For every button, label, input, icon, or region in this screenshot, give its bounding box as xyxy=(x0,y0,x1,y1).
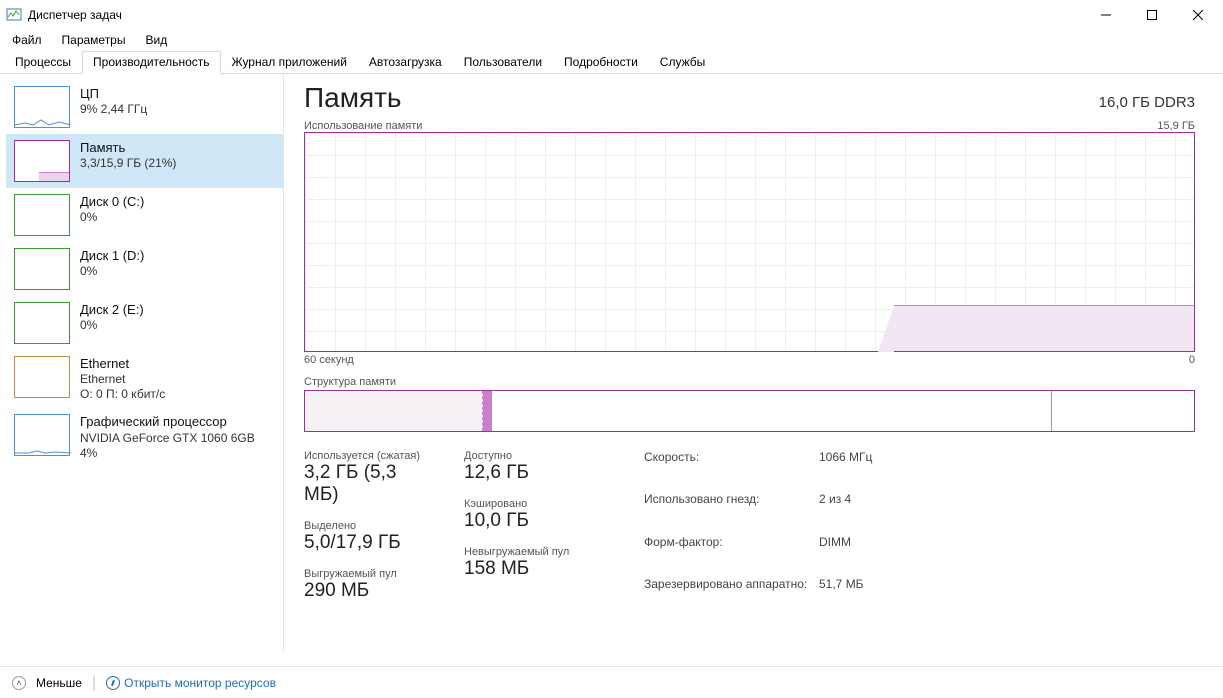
available-label: Доступно xyxy=(464,450,604,462)
sidebar-item-disk2[interactable]: Диск 2 (E:) 0% xyxy=(6,296,283,350)
memory-usage-graph[interactable] xyxy=(304,132,1195,352)
reserved-value: 51,7 МБ xyxy=(819,577,872,616)
app-icon xyxy=(6,7,22,23)
committed-label: Выделено xyxy=(304,520,424,532)
sidebar-item-gpu[interactable]: Графический процессор NVIDIA GeForce GTX… xyxy=(6,408,283,466)
titlebar: Диспетчер задач xyxy=(0,0,1223,30)
page-title: Память xyxy=(304,82,402,114)
formfactor-label: Форм-фактор: xyxy=(644,535,819,574)
menu-options[interactable]: Параметры xyxy=(54,31,134,49)
comp-free xyxy=(1052,391,1194,431)
divider: | xyxy=(92,674,96,692)
slots-value: 2 из 4 xyxy=(819,492,872,531)
cpu-sub: 9% 2,44 ГГц xyxy=(80,102,147,117)
memory-title: Память xyxy=(80,140,176,156)
memory-sub: 3,3/15,9 ГБ (21%) xyxy=(80,156,176,171)
footer: ˄ Меньше | Открыть монитор ресурсов xyxy=(0,666,1223,698)
slots-label: Использовано гнезд: xyxy=(644,492,819,531)
in-use-value: 3,2 ГБ (5,3 МБ) xyxy=(304,462,424,506)
tab-startup[interactable]: Автозагрузка xyxy=(358,51,453,74)
disk2-thumb-icon xyxy=(14,302,70,344)
tab-services[interactable]: Службы xyxy=(649,51,716,74)
fewer-details-button[interactable]: Меньше xyxy=(36,676,82,690)
comp-modified xyxy=(483,391,492,431)
minimize-button[interactable] xyxy=(1083,0,1129,30)
cached-label: Кэшировано xyxy=(464,498,604,510)
speed-value: 1066 МГц xyxy=(819,450,872,489)
gpu-thumb-icon xyxy=(14,414,70,456)
cached-value: 10,0 ГБ xyxy=(464,510,604,532)
axis-right: 0 xyxy=(1189,354,1195,366)
gpu-sub1: NVIDIA GeForce GTX 1060 6GB xyxy=(80,431,255,446)
nonpaged-label: Невыгружаемый пул xyxy=(464,546,604,558)
reserved-label: Зарезервировано аппаратно: xyxy=(644,577,819,616)
sidebar-item-ethernet[interactable]: Ethernet Ethernet О: 0 П: 0 кбит/с xyxy=(6,350,283,408)
comp-standby xyxy=(492,391,1052,431)
axis-left: 60 секунд xyxy=(304,354,354,366)
tabstrip: Процессы Производительность Журнал прило… xyxy=(0,50,1223,74)
memory-composition[interactable] xyxy=(304,390,1195,432)
composition-label: Структура памяти xyxy=(304,376,1195,388)
open-monitor-label: Открыть монитор ресурсов xyxy=(124,676,276,690)
disk1-title: Диск 1 (D:) xyxy=(80,248,144,264)
comp-in-use xyxy=(305,391,483,431)
available-value: 12,6 ГБ xyxy=(464,462,604,484)
tab-details[interactable]: Подробности xyxy=(553,51,649,74)
committed-value: 5,0/17,9 ГБ xyxy=(304,532,424,554)
formfactor-value: DIMM xyxy=(819,535,872,574)
ethernet-sub2: О: 0 П: 0 кбит/с xyxy=(80,387,165,402)
paged-value: 290 МБ xyxy=(304,580,424,602)
in-use-label: Используется (сжатая) xyxy=(304,450,424,462)
speed-label: Скорость: xyxy=(644,450,819,489)
ethernet-sub1: Ethernet xyxy=(80,372,165,387)
disk0-thumb-icon xyxy=(14,194,70,236)
menu-view[interactable]: Вид xyxy=(137,31,175,49)
sidebar-item-disk0[interactable]: Диск 0 (C:) 0% xyxy=(6,188,283,242)
disk0-title: Диск 0 (C:) xyxy=(80,194,144,210)
disk2-sub: 0% xyxy=(80,318,144,333)
main-panel: Память 16,0 ГБ DDR3 Использование памяти… xyxy=(284,74,1223,652)
disk2-title: Диск 2 (E:) xyxy=(80,302,144,318)
tab-users[interactable]: Пользователи xyxy=(453,51,553,74)
tab-processes[interactable]: Процессы xyxy=(4,51,82,74)
usage-graph-max: 15,9 ГБ xyxy=(1157,120,1195,132)
gpu-sub2: 4% xyxy=(80,446,255,461)
window-title: Диспетчер задач xyxy=(28,8,1083,22)
memory-usage-fill xyxy=(894,305,1194,351)
sidebar-item-cpu[interactable]: ЦП 9% 2,44 ГГц xyxy=(6,80,283,134)
memory-thumb-icon xyxy=(14,140,70,182)
chevron-up-icon[interactable]: ˄ xyxy=(12,676,26,690)
disk1-thumb-icon xyxy=(14,248,70,290)
disk1-sub: 0% xyxy=(80,264,144,279)
menubar: Файл Параметры Вид xyxy=(0,30,1223,50)
cpu-thumb-icon xyxy=(14,86,70,128)
open-resource-monitor-link[interactable]: Открыть монитор ресурсов xyxy=(106,676,276,690)
paged-label: Выгружаемый пул xyxy=(304,568,424,580)
capacity-label: 16,0 ГБ DDR3 xyxy=(1099,94,1195,111)
disk0-sub: 0% xyxy=(80,210,144,225)
sidebar: ЦП 9% 2,44 ГГц Память 3,3/15,9 ГБ (21%) … xyxy=(6,74,284,652)
sidebar-item-disk1[interactable]: Диск 1 (D:) 0% xyxy=(6,242,283,296)
maximize-button[interactable] xyxy=(1129,0,1175,30)
usage-graph-label: Использование памяти xyxy=(304,120,422,132)
cpu-title: ЦП xyxy=(80,86,147,102)
ethernet-title: Ethernet xyxy=(80,356,165,372)
nonpaged-value: 158 МБ xyxy=(464,558,604,580)
tab-app-history[interactable]: Журнал приложений xyxy=(221,51,358,74)
gpu-title: Графический процессор xyxy=(80,414,255,430)
ethernet-thumb-icon xyxy=(14,356,70,398)
tab-performance[interactable]: Производительность xyxy=(82,51,220,74)
monitor-icon xyxy=(106,676,120,690)
menu-file[interactable]: Файл xyxy=(4,31,50,49)
sidebar-item-memory[interactable]: Память 3,3/15,9 ГБ (21%) xyxy=(6,134,283,188)
close-button[interactable] xyxy=(1175,0,1221,30)
